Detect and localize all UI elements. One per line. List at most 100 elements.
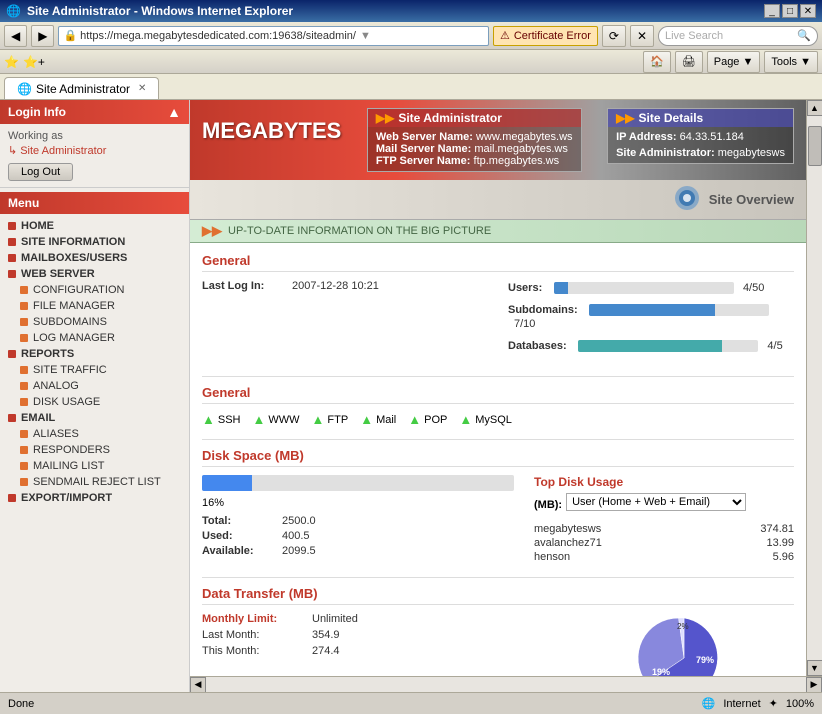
horizontal-scrollbar[interactable]: ◀ ▶ [190, 676, 822, 692]
mail-server-value: mail.megabytes.ws [474, 143, 568, 155]
menu-item-web-server[interactable]: WEB SERVER [0, 266, 189, 282]
minimize-button[interactable]: _ [764, 4, 780, 18]
tab-site-administrator[interactable]: 🌐 Site Administrator ✕ [4, 77, 159, 99]
menu-item-log-manager[interactable]: LOG MANAGER [0, 330, 189, 346]
top-disk-title: Top Disk Usage [534, 475, 794, 489]
menu-item-site-traffic[interactable]: SITE TRAFFIC [0, 362, 189, 378]
service-pop: ▲ POP [408, 412, 447, 427]
mail-server-label: Mail Server Name: [376, 143, 471, 155]
cert-error-icon: ⚠ [500, 29, 510, 42]
tab-close-icon[interactable]: ✕ [138, 83, 146, 94]
content-area: MEGABYTES ▶▶ Site Administrator Web Serv… [190, 100, 806, 676]
log-out-button[interactable]: Log Out [8, 163, 73, 181]
top-disk-val-2: 13.99 [766, 537, 794, 549]
menu-dot-analog [20, 382, 28, 390]
dt-this-month-value: 274.4 [312, 645, 340, 657]
cert-error-badge[interactable]: ⚠ Certificate Error [493, 26, 598, 46]
scroll-track[interactable] [807, 116, 822, 660]
users-value: 4/50 [743, 282, 764, 294]
menu-item-configuration[interactable]: CONFIGURATION [0, 282, 189, 298]
print-button[interactable]: 🖨 [675, 51, 703, 73]
disk-used-label: Used: [202, 530, 282, 542]
window-title: Site Administrator - Windows Internet Ex… [27, 4, 293, 18]
forward-button[interactable]: ▶ [31, 25, 54, 47]
disk-total-label: Total: [202, 515, 282, 527]
menu-label-configuration: CONFIGURATION [33, 284, 124, 296]
menu-header: Menu [0, 192, 189, 214]
menu-list: HOME SITE INFORMATION MAILBOXES/USERS WE… [0, 214, 189, 692]
menu-dot-email [8, 414, 16, 422]
working-as-label: Working as [8, 130, 181, 142]
disk-avail-label: Available: [202, 545, 282, 557]
menu-item-file-manager[interactable]: FILE MANAGER [0, 298, 189, 314]
close-button[interactable]: ✕ [800, 4, 816, 18]
hscroll-right-button[interactable]: ▶ [806, 677, 822, 693]
search-bar[interactable]: Live Search 🔍 [658, 26, 818, 46]
status-right: 🌐 Internet ✦ 100% [702, 697, 814, 710]
scroll-down-button[interactable]: ▼ [807, 660, 822, 676]
window-controls: _ □ ✕ [764, 4, 816, 18]
menu-label-export-import: EXPORT/IMPORT [21, 492, 112, 504]
disk-row: 16% Total: 2500.0 Used: 400.5 [202, 475, 794, 565]
menu-item-export-import[interactable]: EXPORT/IMPORT [0, 490, 189, 506]
www-label: WWW [268, 414, 299, 426]
menu-dot-mailing-list [20, 462, 28, 470]
vertical-scrollbar[interactable]: ▲ ▼ [806, 100, 822, 676]
menu-item-disk-usage[interactable]: DISK USAGE [0, 394, 189, 410]
tools-button[interactable]: Tools ▼ [764, 51, 818, 73]
menu-item-mailboxes[interactable]: MAILBOXES/USERS [0, 250, 189, 266]
address-bar[interactable]: 🔒 https://mega.megabytesdedicated.com:19… [58, 26, 489, 46]
top-disk-selector[interactable]: User (Home + Web + Email) [566, 493, 746, 511]
sidebar: Login Info ▲ Working as ↳ Site Administr… [0, 100, 190, 692]
menu-item-responders[interactable]: RESPONDERS [0, 442, 189, 458]
page-button[interactable]: Page ▼ [707, 51, 761, 73]
menu-item-sendmail-reject[interactable]: SENDMAIL REJECT LIST [0, 474, 189, 490]
hscroll-track[interactable] [206, 677, 806, 692]
svg-text:79%: 79% [696, 655, 714, 665]
mysql-label: MySQL [475, 414, 512, 426]
menu-dot-sendmail-reject [20, 478, 28, 486]
menu-item-reports[interactable]: REPORTS [0, 346, 189, 362]
menu-item-site-info[interactable]: SITE INFORMATION [0, 234, 189, 250]
menu-label-mailboxes: MAILBOXES/USERS [21, 252, 127, 264]
site-admin-link[interactable]: ↳ Site Administrator [8, 144, 181, 157]
site-logo: MEGABYTES [202, 118, 341, 144]
dt-monthly-limit-row: Monthly Limit: Unlimited [202, 613, 574, 625]
address-dropdown[interactable]: ▼ [360, 30, 371, 42]
menu-item-subdomains[interactable]: SUBDOMAINS [0, 314, 189, 330]
services-section: General ▲ SSH ▲ WWW ▲ [202, 376, 794, 427]
menu-item-home[interactable]: HOME [0, 218, 189, 234]
ip-value: 64.33.51.184 [680, 131, 744, 143]
data-transfer-section: Data Transfer (MB) Monthly Limit: Unlimi… [202, 577, 794, 676]
menu-dot-disk-usage [20, 398, 28, 406]
menu-item-mailing-list[interactable]: MAILING LIST [0, 458, 189, 474]
menu-item-email[interactable]: EMAIL [0, 410, 189, 426]
favorites-icon[interactable]: ⭐ [4, 55, 19, 69]
menu-dot-reports [8, 350, 16, 358]
menu-item-analog[interactable]: ANALOG [0, 378, 189, 394]
refresh-button[interactable]: ⟳ [602, 25, 626, 47]
subdomains-bar [589, 304, 769, 316]
details-arrow-icon: ▶▶ [616, 111, 634, 125]
dt-monthly-limit-label: Monthly Limit: [202, 613, 312, 625]
home-nav-button[interactable]: 🏠 [643, 51, 671, 73]
search-icon[interactable]: 🔍 [797, 29, 811, 42]
add-favorites-icon[interactable]: ⭐+ [23, 55, 45, 69]
lock-icon: 🔒 [63, 29, 77, 42]
ftp-server-row: FTP Server Name: ftp.megabytes.ws [376, 155, 573, 167]
details-box-title: ▶▶ Site Details [608, 109, 793, 127]
pie-chart-container: 79% 19% 2% web [624, 613, 764, 676]
title-bar: 🌐 Site Administrator - Windows Internet … [0, 0, 822, 22]
maximize-button[interactable]: □ [782, 4, 798, 18]
menu-label-site-traffic: SITE TRAFFIC [33, 364, 107, 376]
back-button[interactable]: ◀ [4, 25, 27, 47]
stop-button[interactable]: ✕ [630, 25, 654, 47]
collapse-icon[interactable]: ▲ [167, 104, 181, 120]
scroll-up-button[interactable]: ▲ [807, 100, 822, 116]
hscroll-left-button[interactable]: ◀ [190, 677, 206, 693]
menu-item-aliases[interactable]: ALIASES [0, 426, 189, 442]
scroll-thumb[interactable] [808, 126, 822, 166]
zoom-text: ✦ [769, 697, 778, 710]
menu-dot-configuration [20, 286, 28, 294]
menu-dot-web-server [8, 270, 16, 278]
